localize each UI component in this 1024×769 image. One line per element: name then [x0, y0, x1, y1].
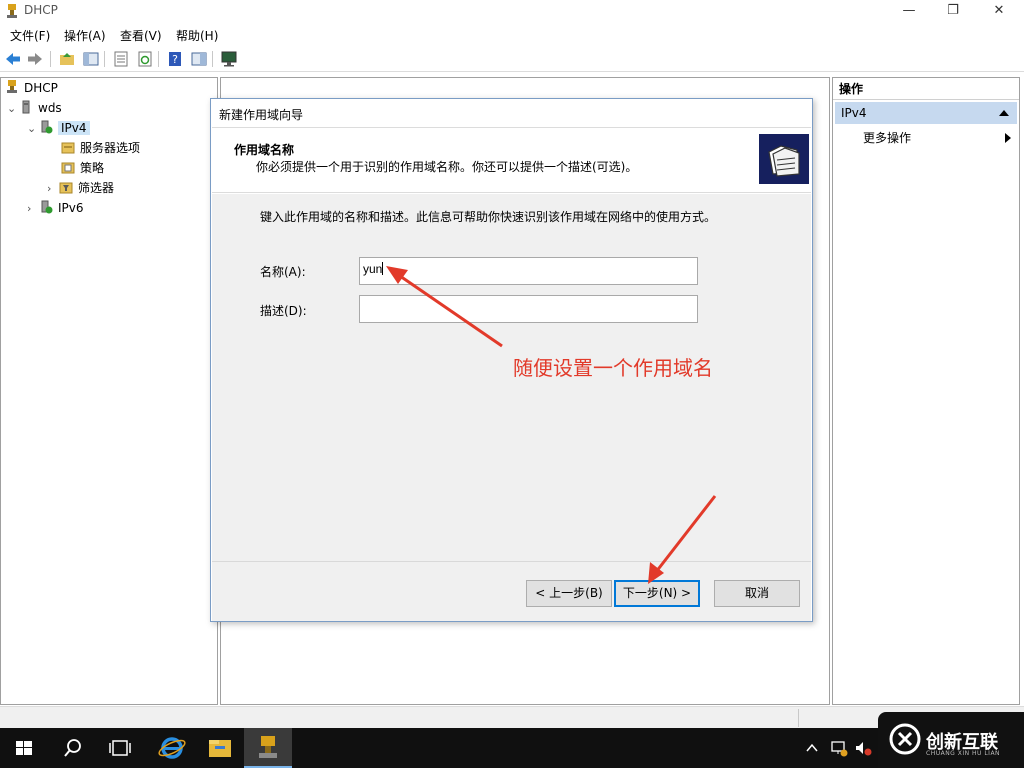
dhcp-icon — [259, 736, 277, 758]
network-icon[interactable] — [830, 739, 848, 757]
status-divider — [798, 709, 799, 727]
arrow-to-name-field — [386, 266, 503, 348]
taskbar — [0, 728, 1024, 768]
chevron-up-icon[interactable] — [804, 740, 820, 756]
internet-explorer-icon[interactable] — [148, 728, 196, 768]
watermark-subtext: CHUANG XIN HU LIAN — [926, 750, 1001, 757]
annotation-arrows — [386, 266, 717, 584]
search-icon[interactable] — [48, 728, 96, 768]
arrow-to-next-button — [648, 495, 717, 584]
annotation-text: 随便设置一个作用域名 — [513, 356, 713, 380]
file-explorer-icon[interactable] — [196, 728, 244, 768]
volume-muted-icon[interactable] — [854, 739, 872, 757]
windows-start-icon[interactable] — [0, 728, 48, 768]
status-bar — [0, 706, 1024, 728]
watermark-logo: 创新互联 CHUANG XIN HU LIAN — [878, 712, 1024, 768]
brand-logo-icon — [889, 723, 921, 755]
task-view-icon[interactable] — [96, 728, 144, 768]
dhcp-taskbar-button[interactable] — [244, 728, 292, 768]
